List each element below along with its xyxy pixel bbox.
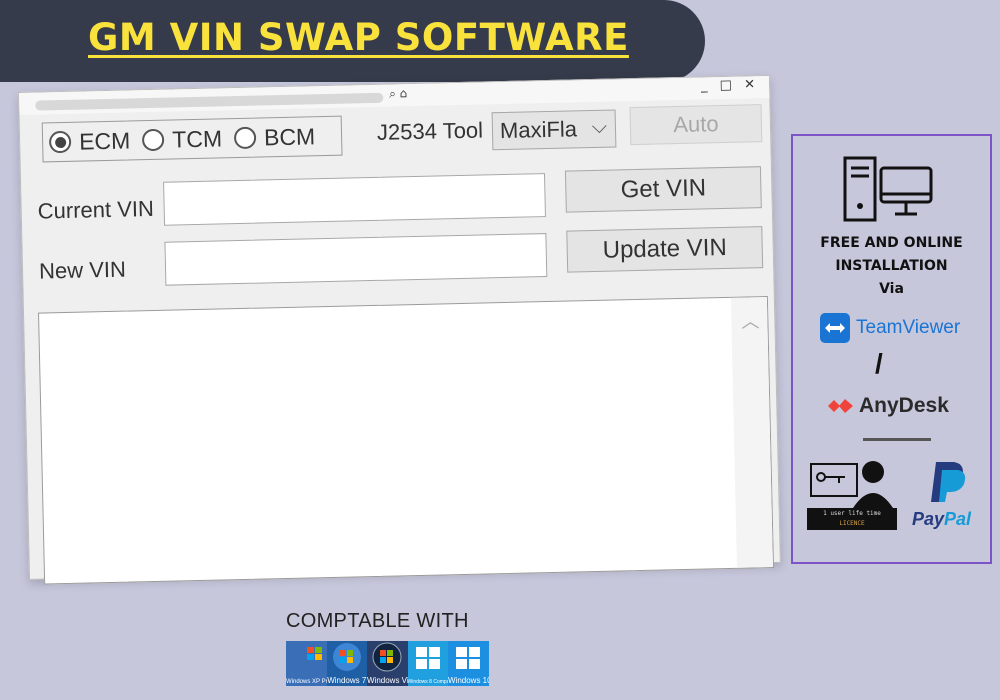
- maximize-icon[interactable]: □: [720, 78, 737, 93]
- os-name: Windows 10: [448, 676, 489, 685]
- windows-tiles-icon: [456, 647, 480, 669]
- windows-orb-icon: [372, 642, 402, 672]
- search-home-icon[interactable]: ⌕ ⌂: [389, 86, 407, 101]
- update-vin-button[interactable]: Update VIN: [566, 226, 764, 273]
- anydesk-logo: AnyDesk: [827, 394, 949, 418]
- licence-line-1: 1 user life time: [823, 510, 881, 517]
- page-title: GM VIN SWAP SOFTWARE: [88, 16, 629, 59]
- j2534-tool-label: J2534 Tool: [376, 117, 484, 145]
- installation-info-panel: FREE AND ONLINE INSTALLATION Via TeamVie…: [791, 134, 992, 564]
- module-radio-group: ECM TCM BCM: [41, 115, 343, 163]
- header-banner: GM VIN SWAP SOFTWARE: [0, 0, 705, 82]
- radio-bcm-circle[interactable]: [233, 126, 257, 150]
- radio-ecm-circle[interactable]: [48, 130, 72, 154]
- auto-button[interactable]: Auto: [629, 104, 763, 146]
- minimize-icon[interactable]: _: [701, 78, 712, 93]
- os-name: Windows Vis: [367, 676, 408, 685]
- radio-tcm-label: TCM: [171, 124, 223, 153]
- os-name: Windows XP Professional: [286, 679, 327, 685]
- info-line-2: INSTALLATION: [835, 258, 948, 274]
- radio-ecm-label: ECM: [78, 126, 131, 155]
- radio-tcm-circle[interactable]: [142, 128, 165, 152]
- new-vin-input[interactable]: [164, 233, 548, 286]
- radio-tcm[interactable]: TCM: [142, 125, 222, 154]
- radio-bcm-label: BCM: [263, 122, 316, 150]
- licence-badge: 1 user life time LICENCE: [807, 508, 897, 530]
- radio-ecm[interactable]: ECM: [48, 126, 131, 156]
- windows-8-logo: Windows 8 Compatible: [407, 641, 449, 686]
- log-output-area[interactable]: ︿: [38, 296, 774, 585]
- j2534-tool-select[interactable]: MaxiFla ⌵: [491, 109, 617, 151]
- app-window: ⌕ ⌂ _ □ ✕ ECM TCM BCM J2534 Tool MaxiFla…: [18, 74, 781, 585]
- anydesk-label: AnyDesk: [859, 394, 949, 417]
- new-vin-label: New VIN: [38, 256, 127, 284]
- windows-tiles-icon: [415, 647, 440, 669]
- paypal-label: PayPal: [912, 509, 972, 529]
- current-vin-input[interactable]: [163, 173, 546, 226]
- anydesk-icon: [828, 399, 853, 413]
- radio-bcm[interactable]: BCM: [233, 122, 316, 152]
- windows-10-logo: Windows 10: [448, 641, 489, 686]
- windows-flag-icon: [307, 647, 322, 660]
- teamviewer-label: TeamViewer: [856, 317, 961, 338]
- teamviewer-icon: [820, 313, 850, 343]
- window-controls: _ □ ✕: [701, 77, 759, 93]
- divider: [863, 438, 931, 441]
- os-name: Windows 7: [327, 676, 367, 685]
- windows-vista-logo: Windows Vis: [367, 641, 408, 686]
- close-icon[interactable]: ✕: [744, 77, 759, 92]
- windows-xp-logo: Windows XP Professional: [286, 641, 327, 686]
- computer-icon: [843, 156, 933, 222]
- os-compat-row: Windows XP Professional Windows 7 Window…: [286, 641, 489, 686]
- address-bar[interactable]: [35, 92, 384, 111]
- current-vin-label: Current VIN: [37, 195, 155, 224]
- separator-slash: /: [875, 348, 883, 379]
- info-line-1: FREE AND ONLINE: [820, 235, 963, 251]
- chevron-down-icon: ⌵: [591, 115, 608, 138]
- paypal-icon: [931, 462, 966, 502]
- windows-7-logo: Windows 7: [326, 641, 367, 686]
- info-line-3: Via: [879, 281, 904, 297]
- windows-orb-icon: [332, 643, 361, 671]
- get-vin-button[interactable]: Get VIN: [564, 166, 762, 213]
- teamviewer-logo: TeamViewer: [820, 313, 960, 343]
- tool-select-value: MaxiFla: [499, 116, 578, 144]
- scroll-up-icon[interactable]: ︿: [741, 307, 760, 333]
- compatible-label: COMPTABLE WITH: [286, 610, 469, 632]
- os-name: Windows 8 Compatible: [407, 679, 449, 685]
- licence-line-2: LICENCE: [839, 520, 865, 527]
- log-scrollbar[interactable]: ︿: [730, 297, 773, 568]
